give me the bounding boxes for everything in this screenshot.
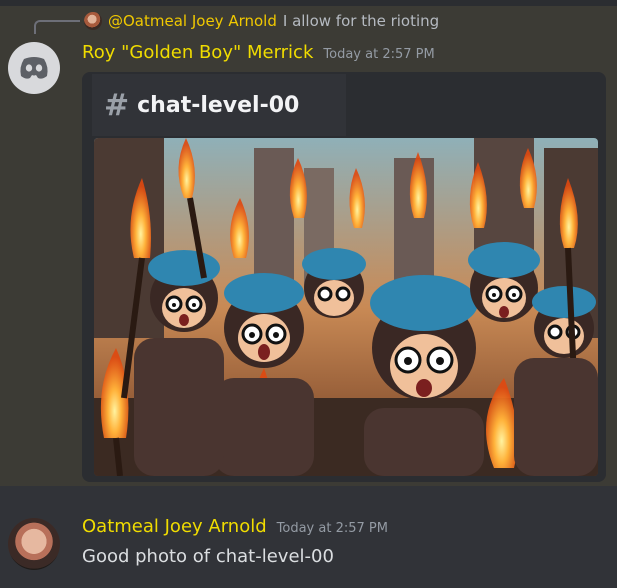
channel-chip: # chat-level-00 xyxy=(92,74,346,136)
author-name[interactable]: Roy "Golden Boy" Merrick xyxy=(82,42,313,63)
reply-text[interactable]: I allow for the rioting xyxy=(283,12,439,30)
message-header: Roy "Golden Boy" Merrick Today at 2:57 P… xyxy=(82,42,435,63)
message-header-2: Oatmeal Joey Arnold Today at 2:57 PM xyxy=(82,516,388,537)
reply-author[interactable]: @Oatmeal Joey Arnold xyxy=(108,12,277,30)
user-avatar[interactable] xyxy=(8,518,60,570)
author-name-2[interactable]: Oatmeal Joey Arnold xyxy=(82,516,267,537)
riot-illustration xyxy=(94,138,598,476)
timestamp[interactable]: Today at 2:57 PM xyxy=(323,47,434,62)
timestamp-2[interactable]: Today at 2:57 PM xyxy=(277,521,388,536)
reply-preview[interactable]: @Oatmeal Joey Arnold I allow for the rio… xyxy=(84,10,439,32)
message-text: Good photo of chat-level-00 xyxy=(82,546,334,567)
reply-connector xyxy=(34,20,80,34)
channel-name: chat-level-00 xyxy=(137,92,300,118)
embed-image[interactable] xyxy=(94,138,598,476)
reply-avatar[interactable] xyxy=(84,12,102,30)
image-embed[interactable]: # chat-level-00 xyxy=(82,72,606,482)
discord-default-avatar-icon[interactable] xyxy=(8,42,60,94)
hash-icon: # xyxy=(104,87,130,123)
